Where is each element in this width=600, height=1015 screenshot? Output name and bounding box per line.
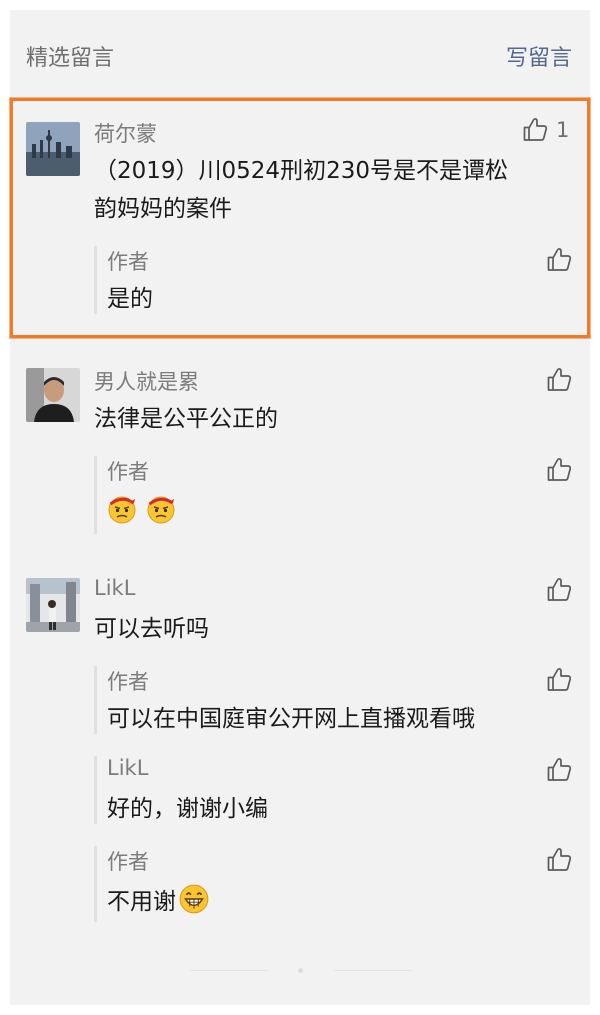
grinning-face-emoji	[178, 883, 210, 915]
reply-divider	[94, 756, 97, 824]
reply-text: 是的	[107, 286, 153, 312]
comment-text: （2019）川0524刑初230号是不是谭松	[94, 158, 508, 184]
confused-face-emoji	[107, 494, 137, 524]
end-divider-dot	[298, 968, 303, 973]
comment-author: LikL	[94, 576, 136, 600]
confused-face-emoji	[146, 494, 176, 524]
reply-text: 好的，谢谢小编	[107, 796, 268, 822]
reply-text: 可以在中国庭审公开网上直播观看哦	[107, 706, 475, 732]
like-icon[interactable]	[522, 116, 548, 142]
reply-emoji-row	[107, 494, 180, 524]
like-icon[interactable]	[546, 456, 572, 482]
comments-header: 精选留言 写留言	[10, 10, 590, 92]
reply-author: 作者	[107, 670, 149, 694]
comment-author: 荷尔蒙	[94, 122, 157, 146]
avatar[interactable]	[26, 578, 80, 632]
reply-author: LikL	[107, 756, 149, 780]
comment-text-continued: 韵妈妈的案件	[94, 196, 232, 222]
reply-divider	[94, 456, 97, 534]
like-icon[interactable]	[546, 756, 572, 782]
end-divider	[334, 970, 412, 971]
like-icon[interactable]	[546, 846, 572, 872]
write-comment-button[interactable]: 写留言	[506, 40, 572, 72]
comment-text: 可以去听吗	[94, 616, 209, 642]
avatar[interactable]	[26, 122, 80, 176]
comment-text: 法律是公平公正的	[94, 406, 278, 432]
reply-author: 作者	[107, 850, 149, 874]
like-icon[interactable]	[546, 246, 572, 272]
like-icon[interactable]	[546, 666, 572, 692]
like-icon[interactable]	[546, 366, 572, 392]
avatar[interactable]	[26, 368, 80, 422]
reply-text: 不用谢	[107, 889, 176, 915]
end-divider	[190, 970, 268, 971]
reply-author: 作者	[107, 460, 149, 484]
section-title: 精选留言	[26, 46, 115, 71]
reply-divider	[94, 666, 97, 734]
comment-author: 男人就是累	[94, 370, 199, 394]
reply-content: 不用谢	[107, 882, 214, 916]
reply-divider	[94, 846, 97, 922]
like-icon[interactable]	[546, 576, 572, 602]
reply-divider	[94, 246, 97, 314]
like-count: 1	[556, 118, 570, 142]
reply-author: 作者	[107, 250, 149, 274]
comments-panel: 精选留言 写留言 荷尔蒙 1 （2019）川0524刑初230号是不是谭松 韵妈…	[10, 10, 590, 1005]
